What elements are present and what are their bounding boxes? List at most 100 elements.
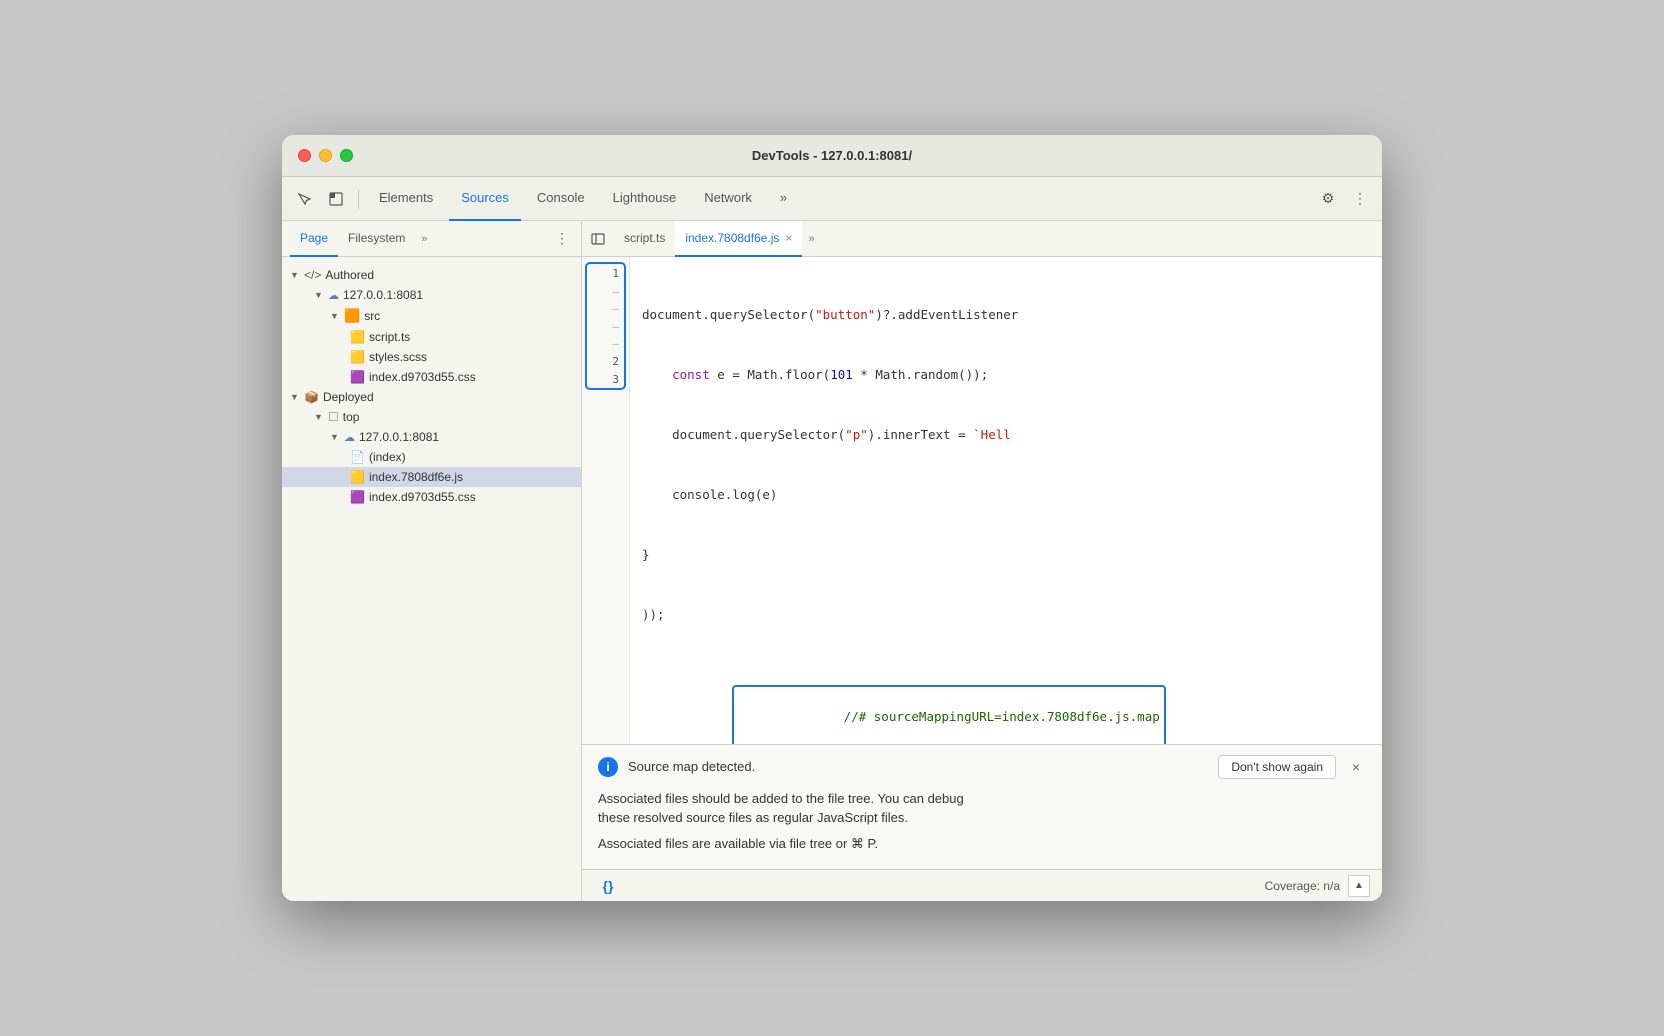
- line-num-dash-1: –: [582, 283, 629, 301]
- window-title: DevTools - 127.0.0.1:8081/: [752, 148, 912, 163]
- toolbar-right-actions: ⚙ ⋮: [1314, 185, 1374, 213]
- line-num-dash-2: –: [582, 300, 629, 318]
- info-bar: i Source map detected. Don't show again …: [582, 744, 1382, 870]
- index-css-deployed-label: index.d9703d55.css: [369, 490, 476, 504]
- tree-authored-host[interactable]: ▼ ☁ 127.0.0.1:8081: [282, 285, 581, 305]
- tree-index[interactable]: 📄 (index): [282, 447, 581, 467]
- tree-index-css-authored[interactable]: 🟪 index.d9703d55.css: [282, 367, 581, 387]
- authored-label: Authored: [325, 268, 374, 282]
- file-tab-close-icon[interactable]: ×: [785, 232, 792, 244]
- file-icon-index: 📄: [350, 450, 365, 464]
- cloud-icon-deployed: ☁: [344, 431, 355, 444]
- deployed-host-label: 127.0.0.1:8081: [359, 430, 439, 444]
- file-tab-index-js[interactable]: index.7808df6e.js ×: [675, 221, 802, 257]
- file-tab-script-ts[interactable]: script.ts: [614, 221, 675, 257]
- file-icon-script-ts: 🟨: [350, 330, 365, 344]
- code-content[interactable]: document.querySelector("button")?.addEve…: [630, 257, 1382, 744]
- format-button[interactable]: {}: [594, 872, 622, 900]
- tree-top[interactable]: ▼ ☐ top: [282, 407, 581, 427]
- script-ts-label: script.ts: [369, 330, 410, 344]
- code-line-2: const e = Math.floor(101 * Math.random()…: [642, 365, 1382, 385]
- tree-script-ts[interactable]: 🟨 script.ts: [282, 327, 581, 347]
- tab-console[interactable]: Console: [525, 177, 597, 221]
- code-line-5: }: [642, 545, 1382, 565]
- file-tab-index-js-label: index.7808df6e.js: [685, 231, 779, 245]
- coverage-text: Coverage: n/a: [1265, 879, 1340, 893]
- toolbar: Elements Sources Console Lighthouse Netw…: [282, 177, 1382, 221]
- authored-host-label: 127.0.0.1:8081: [343, 288, 423, 302]
- top-label: top: [343, 410, 360, 424]
- sub-tab-more[interactable]: »: [415, 229, 433, 249]
- line-num-dash-4: –: [582, 335, 629, 353]
- arrow-authored-host: ▼: [314, 290, 324, 300]
- info-text-2: Associated files are available via file …: [598, 834, 1366, 854]
- cursor-icon[interactable]: [290, 185, 318, 213]
- tree-deployed-host[interactable]: ▼ ☁ 127.0.0.1:8081: [282, 427, 581, 447]
- more-options-icon[interactable]: ⋮: [1346, 185, 1374, 213]
- scroll-to-top-icon[interactable]: ▲: [1348, 875, 1370, 897]
- tab-sources[interactable]: Sources: [449, 177, 521, 221]
- settings-icon[interactable]: ⚙: [1314, 185, 1342, 213]
- file-tab-more[interactable]: »: [802, 229, 820, 249]
- right-panel: script.ts index.7808df6e.js × » 1 – – –: [582, 221, 1382, 901]
- sub-tab-actions: ⋮: [551, 228, 573, 250]
- maximize-button[interactable]: [340, 149, 353, 162]
- tree-index-js[interactable]: 🟨 index.7808df6e.js: [282, 467, 581, 487]
- sub-tab-page[interactable]: Page: [290, 221, 338, 257]
- styles-scss-label: styles.scss: [369, 350, 427, 364]
- index-label: (index): [369, 450, 406, 464]
- sub-tab-filesystem[interactable]: Filesystem: [338, 221, 415, 257]
- tab-elements[interactable]: Elements: [367, 177, 445, 221]
- src-label: src: [364, 309, 380, 323]
- tab-network[interactable]: Network: [692, 177, 764, 221]
- tree-src[interactable]: ▼ 🟧 src: [282, 305, 581, 327]
- code-line-6: ));: [642, 605, 1382, 625]
- file-icon-styles-scss: 🟨: [350, 350, 365, 364]
- new-file-icon[interactable]: ⋮: [551, 228, 573, 250]
- top-icon: ☐: [328, 410, 339, 424]
- tree-authored[interactable]: ▼ </> Authored: [282, 265, 581, 285]
- info-bar-header: i Source map detected. Don't show again …: [598, 755, 1366, 779]
- toggle-sidebar-icon[interactable]: [586, 227, 610, 251]
- titlebar: DevTools - 127.0.0.1:8081/: [282, 135, 1382, 177]
- file-icon-index-js: 🟨: [350, 470, 365, 484]
- file-tab-script-ts-label: script.ts: [624, 231, 665, 245]
- arrow-deployed: ▼: [290, 392, 300, 402]
- code-line-4: console.log(e): [642, 485, 1382, 505]
- arrow-deployed-host: ▼: [330, 432, 340, 442]
- close-button[interactable]: [298, 149, 311, 162]
- deployed-label: Deployed: [323, 390, 374, 404]
- sub-tabs: Page Filesystem » ⋮: [282, 221, 581, 257]
- source-map-title: Source map detected.: [628, 759, 755, 774]
- arrow-authored: ▼: [290, 270, 300, 280]
- tree-deployed[interactable]: ▼ 📦 Deployed: [282, 387, 581, 407]
- close-info-icon[interactable]: ×: [1346, 757, 1366, 777]
- tree-index-css-deployed[interactable]: 🟪 index.d9703d55.css: [282, 487, 581, 507]
- file-icon-index-css-authored: 🟪: [350, 370, 365, 384]
- line-num-1: 1: [582, 265, 629, 283]
- index-css-authored-label: index.d9703d55.css: [369, 370, 476, 384]
- code-line-7: //# sourceMappingURL=index.7808df6e.js.m…: [642, 665, 1382, 744]
- line-num-3: 3: [582, 371, 629, 389]
- left-panel: Page Filesystem » ⋮ ▼ </> Authored ▼ ☁: [282, 221, 582, 901]
- file-tree: ▼ </> Authored ▼ ☁ 127.0.0.1:8081 ▼ 🟧 sr…: [282, 257, 581, 901]
- tab-lighthouse[interactable]: Lighthouse: [601, 177, 689, 221]
- folder-icon-src: 🟧: [344, 308, 360, 324]
- tab-more[interactable]: »: [768, 177, 799, 221]
- code-area: 1 – – – – 2 3 document.querySelector("bu…: [582, 257, 1382, 744]
- line-num-dash-3: –: [582, 318, 629, 336]
- devtools-window: DevTools - 127.0.0.1:8081/ Elements Sour…: [282, 135, 1382, 901]
- authored-icon: </>: [304, 268, 321, 282]
- deployed-icon: 📦: [304, 390, 319, 404]
- code-line-3: document.querySelector("p").innerText = …: [642, 425, 1382, 445]
- bottom-bar: {} Coverage: n/a ▲: [582, 869, 1382, 901]
- minimize-button[interactable]: [319, 149, 332, 162]
- line-numbers: 1 – – – – 2 3: [582, 257, 630, 744]
- inspect-icon[interactable]: [322, 185, 350, 213]
- cloud-icon-authored: ☁: [328, 289, 339, 302]
- file-icon-index-css-deployed: 🟪: [350, 490, 365, 504]
- file-tabs: script.ts index.7808df6e.js × »: [582, 221, 1382, 257]
- dont-show-button[interactable]: Don't show again: [1218, 755, 1336, 779]
- tree-styles-scss[interactable]: 🟨 styles.scss: [282, 347, 581, 367]
- traffic-lights: [298, 149, 353, 162]
